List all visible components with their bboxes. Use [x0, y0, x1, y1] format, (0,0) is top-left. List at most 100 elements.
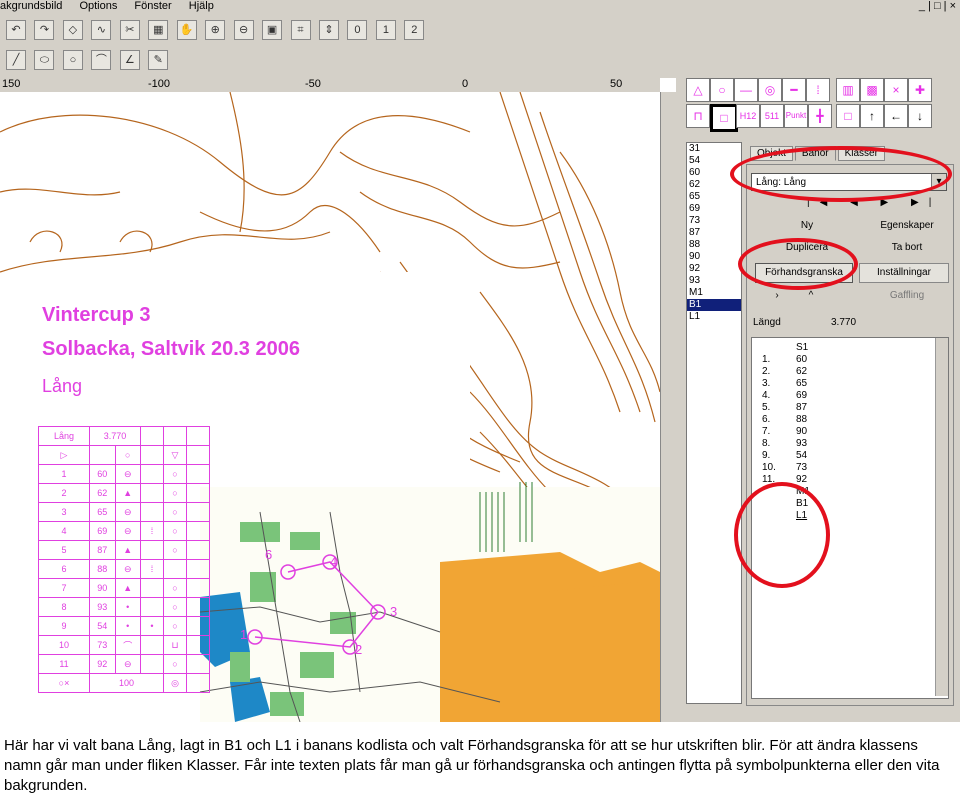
- highlight-codes-ellipse: [734, 482, 830, 588]
- menu-item-window[interactable]: Fönster: [134, 0, 171, 12]
- circle-icon[interactable]: ○: [62, 50, 83, 70]
- undo-icon[interactable]: ↶: [6, 20, 26, 40]
- delete-button[interactable]: Ta bort: [867, 239, 947, 257]
- cross-line-icon[interactable]: ╋: [808, 104, 832, 128]
- h12-icon[interactable]: H12: [736, 104, 760, 128]
- diamond-icon[interactable]: ◇: [62, 20, 83, 40]
- circle-icon[interactable]: ○: [710, 78, 734, 102]
- list-item[interactable]: 88: [687, 239, 741, 251]
- map-canvas[interactable]: Vintercup 3 Solbacka, Saltvik 20.3 2006 …: [0, 92, 660, 722]
- square-outline-icon[interactable]: □: [836, 104, 860, 128]
- legend-footer: 100: [89, 673, 164, 693]
- cross-icon[interactable]: ×: [884, 78, 908, 102]
- ruler-label: 50: [610, 78, 623, 90]
- angle-icon[interactable]: ∠: [119, 50, 140, 70]
- scissors-icon[interactable]: ✂: [119, 20, 140, 40]
- ruler-label: 0: [462, 78, 469, 90]
- list-item[interactable]: 90: [687, 251, 741, 263]
- list-item[interactable]: 5. 87: [762, 402, 807, 414]
- ellipse-icon[interactable]: ⬭: [34, 50, 55, 70]
- map-control-label: 2: [355, 642, 363, 657]
- arrow-down-icon[interactable]: ↓: [908, 104, 932, 128]
- table-row: 3 65 ⊖ ○: [38, 502, 210, 522]
- zoom-in-icon[interactable]: ⊕: [205, 20, 226, 40]
- triangle-icon[interactable]: △: [686, 78, 710, 102]
- list-item[interactable]: 73: [687, 215, 741, 227]
- square-icon[interactable]: □: [710, 104, 738, 132]
- table-row: 5 87 ▲ ○: [38, 540, 210, 560]
- move-icon[interactable]: ⇕: [318, 20, 339, 40]
- window-controls[interactable]: _ | □ | ×: [919, 0, 956, 12]
- control-list-scrollbar[interactable]: [935, 338, 948, 696]
- double-circle-icon[interactable]: ◎: [758, 78, 782, 102]
- list-item[interactable]: 6. 88: [762, 414, 807, 426]
- curve-icon[interactable]: ∿: [91, 20, 112, 40]
- list-item[interactable]: 31: [687, 143, 741, 155]
- list-item[interactable]: 92: [687, 263, 741, 275]
- list-item[interactable]: 4. 69: [762, 390, 807, 402]
- control-description-table: Lång 3.770 ▷ ○ ▽ 1 60 ⊖ ○ 2 62 ▲ ○ 3 65 ⊖ ○ 4 69 ⊖ ⁞ ○ …: [38, 426, 210, 693]
- length-value: 3.770: [831, 317, 857, 328]
- hatch-icon[interactable]: ▥: [836, 78, 860, 102]
- cup-icon[interactable]: ⊓: [686, 104, 710, 128]
- punkt-icon[interactable]: Punkt: [784, 104, 808, 128]
- list-item[interactable]: 87: [687, 227, 741, 239]
- map-control-label: 3: [390, 604, 398, 619]
- chevron-right-icon[interactable]: ›: [767, 287, 787, 305]
- settings-button[interactable]: Inställningar: [859, 263, 949, 283]
- arc-icon[interactable]: ⌒: [91, 50, 112, 70]
- list-item[interactable]: 8. 93: [762, 438, 807, 450]
- list-item[interactable]: 7. 90: [762, 426, 807, 438]
- zoom-box-icon[interactable]: ▣: [262, 20, 283, 40]
- list-item[interactable]: 1. 60: [762, 354, 807, 366]
- arrow-left-icon[interactable]: ←: [884, 104, 908, 128]
- menu-item-background[interactable]: akgrundsbild: [0, 0, 62, 12]
- plus-icon[interactable]: ✚: [908, 78, 932, 102]
- map-vertical-scrollbar[interactable]: [660, 92, 677, 722]
- crosshatch-icon[interactable]: ▩: [860, 78, 884, 102]
- table-row: 9 54 • • ○: [38, 616, 210, 636]
- code-list[interactable]: 31 54 60 62 65 69 73 87 88 90 92 93 M1 B…: [686, 142, 742, 704]
- list-item[interactable]: 54: [687, 155, 741, 167]
- toolbar-row-2: ╱ ⬭ ○ ⌒ ∠ ✎: [4, 50, 170, 76]
- map-control-label: 6: [265, 547, 273, 562]
- 511-icon[interactable]: 511: [760, 104, 784, 128]
- thick-line-icon[interactable]: ━: [782, 78, 806, 102]
- hand-icon[interactable]: ✋: [176, 20, 197, 40]
- zoom-out-icon[interactable]: ⊖: [233, 20, 254, 40]
- list-item-selected[interactable]: B1: [687, 299, 741, 311]
- layer-2-button[interactable]: 2: [404, 20, 425, 40]
- table-row: 10 73 ⌒ ⊔: [38, 635, 210, 655]
- grid-icon[interactable]: ▦: [148, 20, 169, 40]
- arrow-up-icon[interactable]: ↑: [860, 104, 884, 128]
- highlight-tabs-ellipse: [730, 146, 952, 202]
- list-item[interactable]: M1: [687, 287, 741, 299]
- pen-icon[interactable]: ✎: [148, 50, 169, 70]
- list-item[interactable]: 2. 62: [762, 366, 807, 378]
- list-item[interactable]: L1: [687, 311, 741, 323]
- layer-0-button[interactable]: 0: [347, 20, 368, 40]
- horizontal-ruler: 150 -100 -50 0 50: [0, 78, 660, 93]
- line-icon[interactable]: —: [734, 78, 758, 102]
- table-row: 7 90 ▲ ○: [38, 578, 210, 598]
- layer-1-button[interactable]: 1: [375, 20, 396, 40]
- list-item[interactable]: 93: [687, 275, 741, 287]
- menu-item-help[interactable]: Hjälp: [189, 0, 214, 12]
- list-item[interactable]: 10. 73: [762, 462, 807, 474]
- dotted-line-icon[interactable]: ⁞: [806, 78, 830, 102]
- new-course-button[interactable]: Ny: [787, 217, 827, 235]
- list-item[interactable]: S1: [762, 342, 808, 354]
- forking-button[interactable]: Gaffling: [867, 287, 947, 305]
- list-item[interactable]: 69: [687, 203, 741, 215]
- properties-button[interactable]: Egenskaper: [867, 217, 947, 235]
- line-icon[interactable]: ╱: [6, 50, 26, 70]
- redo-icon[interactable]: ↷: [34, 20, 55, 40]
- toolbar-row-1: ↶ ↷ ◇ ∿ ✂ ▦ ✋ ⊕ ⊖ ▣ ⌗ ⇕ 0 1 2: [4, 20, 426, 46]
- menu-item-options[interactable]: Options: [79, 0, 117, 12]
- list-item[interactable]: 65: [687, 191, 741, 203]
- list-item[interactable]: 3. 65: [762, 378, 807, 390]
- list-item[interactable]: 9. 54: [762, 450, 807, 462]
- crosshair-icon[interactable]: ⌗: [290, 20, 311, 40]
- ruler-label: -100: [148, 78, 171, 90]
- highlight-preview-ellipse: [738, 238, 858, 290]
